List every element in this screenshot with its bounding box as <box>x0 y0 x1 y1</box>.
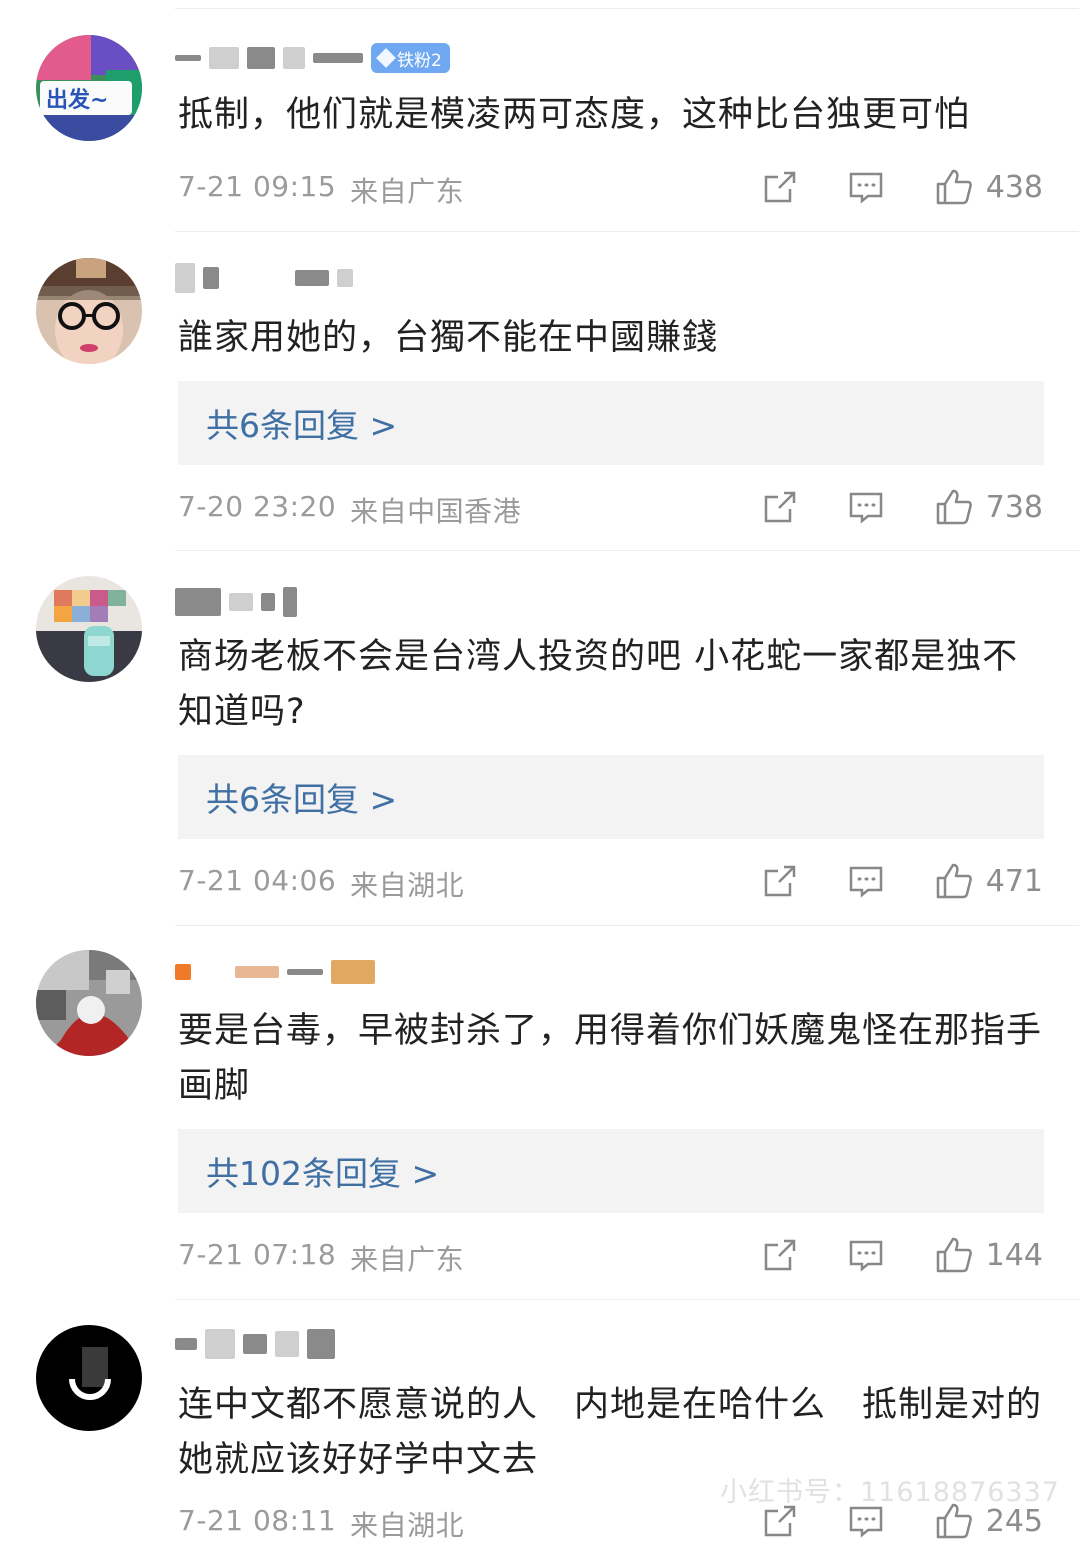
username[interactable] <box>175 262 353 294</box>
comment-location: 来自中国香港 <box>350 495 522 528</box>
comment-date: 7-21 09:15 <box>178 170 337 203</box>
comment-date: 7-21 04:06 <box>178 864 337 897</box>
view-replies-button[interactable]: 共6条回复 > <box>178 381 1044 465</box>
username[interactable]: 铁粉2 <box>175 42 450 74</box>
avatar-text: 出发~ <box>46 87 108 113</box>
like-button[interactable]: 738 <box>934 487 1043 527</box>
avatar[interactable] <box>36 1325 142 1431</box>
comment-icon <box>849 172 882 204</box>
diamond-icon <box>376 48 396 68</box>
comment-date: 7-21 07:18 <box>178 1238 337 1271</box>
comment-divider <box>175 550 1079 551</box>
username[interactable] <box>175 956 375 988</box>
share-icon <box>764 865 795 897</box>
comment-actions: 144 <box>762 1235 1043 1275</box>
watermark: 小红书号：11618876337 <box>720 1477 1060 1508</box>
share-icon <box>764 171 795 203</box>
comment-location: 来自广东 <box>350 175 465 208</box>
comment-text: 誰家用她的，台獨不能在中國賺錢 <box>178 318 719 358</box>
comment-location: 来自湖北 <box>350 1509 465 1542</box>
share-button[interactable] <box>762 489 798 525</box>
comment-meta: 7-21 08:11 来自湖北 <box>178 1504 464 1544</box>
like-button[interactable]: 144 <box>934 1235 1043 1275</box>
like-button[interactable]: 471 <box>934 861 1043 901</box>
like-count: 438 <box>985 169 1043 205</box>
share-button[interactable] <box>762 863 798 899</box>
avatar[interactable]: 出发~ <box>36 35 142 141</box>
view-replies-button[interactable]: 共102条回复 > <box>178 1129 1044 1213</box>
comment-meta: 7-21 09:15 来自广东 <box>178 170 464 210</box>
reply-button[interactable] <box>848 1237 884 1273</box>
reply-button[interactable] <box>848 863 884 899</box>
avatar[interactable] <box>36 950 142 1056</box>
comment-icon <box>849 866 882 898</box>
share-button[interactable] <box>762 1237 798 1273</box>
like-icon <box>936 1237 972 1273</box>
share-button[interactable] <box>762 169 798 205</box>
comment-actions: 471 <box>762 861 1043 901</box>
comment-divider <box>175 231 1079 232</box>
avatar[interactable] <box>36 258 142 364</box>
comment-meta: 7-21 04:06 来自湖北 <box>178 864 464 904</box>
reply-button[interactable] <box>848 169 884 205</box>
comment-date: 7-20 23:20 <box>178 490 337 523</box>
reply-button[interactable] <box>848 489 884 525</box>
comment-icon <box>849 492 882 524</box>
comment-location: 来自湖北 <box>350 869 465 902</box>
like-count: 471 <box>985 863 1043 899</box>
share-icon <box>764 1239 795 1271</box>
like-count: 144 <box>985 1237 1043 1273</box>
comment-actions: 738 <box>762 487 1043 527</box>
username[interactable] <box>175 586 297 618</box>
comment-location: 来自广东 <box>350 1243 465 1276</box>
like-icon <box>936 169 972 205</box>
view-replies-button[interactable]: 共6条回复 > <box>178 755 1044 839</box>
like-count: 738 <box>985 489 1043 525</box>
comment-text: 商场老板不会是台湾人投资的吧 小花蛇一家都是独不知道吗? <box>178 637 1019 732</box>
comment-icon <box>849 1240 882 1272</box>
comment-actions: 438 <box>762 167 1043 207</box>
comment-meta: 7-20 23:20 来自中国香港 <box>178 490 521 530</box>
like-icon <box>936 863 972 899</box>
like-icon <box>936 489 972 525</box>
fan-badge-label: 铁粉2 <box>397 50 442 71</box>
comment-text: 要是台毒，早被封杀了，用得着你们妖魔鬼怪在那指手画脚 <box>178 1011 1043 1106</box>
comment-date: 7-21 08:11 <box>178 1504 337 1537</box>
fan-badge[interactable]: 铁粉2 <box>371 43 450 73</box>
comment-meta: 7-21 07:18 来自广东 <box>178 1238 464 1278</box>
top-divider <box>175 8 1079 9</box>
comment-divider <box>175 925 1079 926</box>
comment-text: 抵制，他们就是模凌两可态度，这种比台独更可怕 <box>178 95 971 135</box>
crown-icon <box>331 960 375 984</box>
username[interactable] <box>175 1328 335 1360</box>
like-button[interactable]: 438 <box>934 167 1043 207</box>
avatar[interactable] <box>36 576 142 682</box>
comment-divider <box>175 1299 1079 1300</box>
share-icon <box>764 491 795 523</box>
